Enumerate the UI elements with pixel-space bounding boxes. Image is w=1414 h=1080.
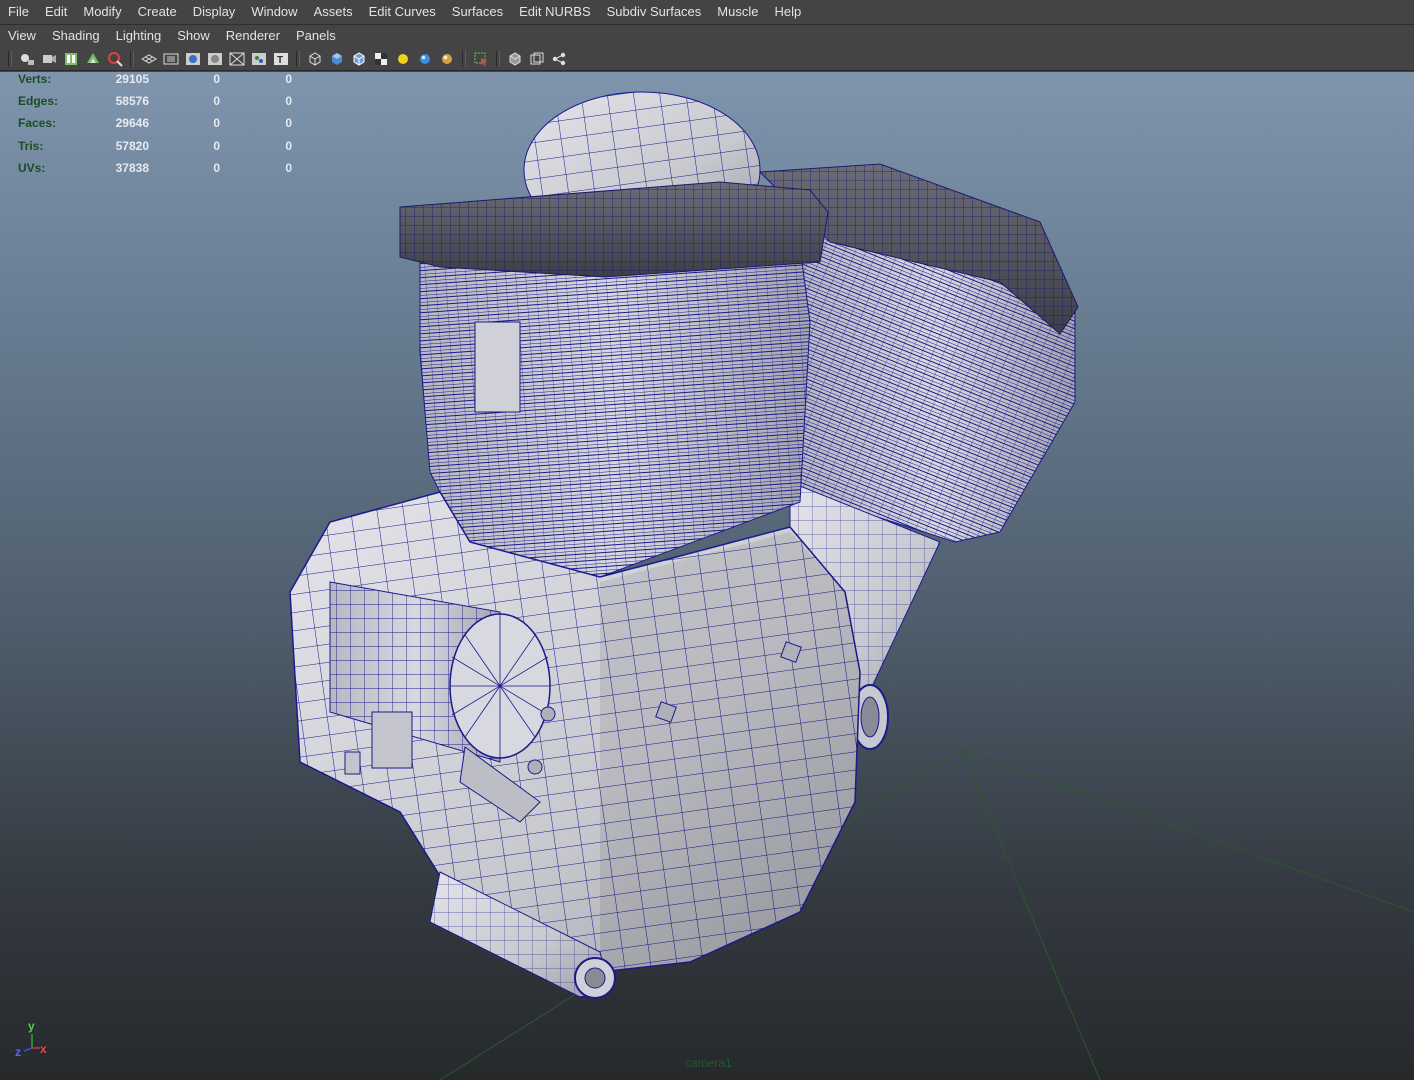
engine-model-render[interactable] [0,72,1414,1080]
hud-value: 0 [213,72,220,86]
wireframe-icon[interactable] [305,49,325,69]
toolbar-separator [496,50,500,67]
hud-label: Edges: [18,94,59,108]
toolbar-separator [130,50,134,67]
view-axis-icon: y x z [15,1019,47,1058]
menu-surfaces[interactable]: Surfaces [444,0,511,24]
menu-display[interactable]: Display [185,0,244,24]
toolbar-separator [8,50,12,67]
hud-value: 0 [213,139,220,153]
gate-mask-icon[interactable] [205,49,225,69]
panel-toolbar: T [0,47,1414,71]
backface-icon[interactable] [549,49,569,69]
menu-create[interactable]: Create [130,0,185,24]
hud-value: 0 [285,94,292,108]
main-menu-bar: File Edit Modify Create Display Window A… [0,0,1414,25]
grease-pencil-icon[interactable] [105,49,125,69]
hud-label: Faces: [18,116,57,130]
panel-menu-shading[interactable]: Shading [44,25,108,47]
front-cylinder [419,246,811,578]
menu-edit[interactable]: Edit [37,0,75,24]
textured-icon[interactable] [371,49,391,69]
cylinder-head [399,181,829,278]
all-lights-icon[interactable] [415,49,435,69]
camera-name-label: camera1 [685,1056,732,1070]
hud-value: 0 [285,161,292,175]
wireframe-on-shaded-icon[interactable] [349,49,369,69]
menu-muscle[interactable]: Muscle [709,0,766,24]
maya-window: File Edit Modify Create Display Window A… [0,0,1414,1080]
xray-icon[interactable] [505,49,525,69]
panel-menu-renderer[interactable]: Renderer [218,25,288,47]
hud-label: Verts: [18,72,52,86]
safe-title-icon[interactable]: T [271,49,291,69]
panel-menu-view[interactable]: View [0,25,44,47]
panel-menu-lighting[interactable]: Lighting [108,25,170,47]
axis-z-label: z [15,1045,21,1058]
hud-value: 0 [285,72,292,86]
film-gate-icon[interactable] [161,49,181,69]
toolbar-separator [296,50,300,67]
menu-modify[interactable]: Modify [75,0,129,24]
camera-attributes-icon[interactable] [39,49,59,69]
axis-x-label: x [40,1042,47,1056]
panel-menu-show[interactable]: Show [169,25,218,47]
shadows-icon[interactable] [437,49,457,69]
hud-value: 29105 [115,72,149,86]
bookmarks-icon[interactable] [61,49,81,69]
hud-value: 37838 [115,161,149,175]
safe-action-icon[interactable] [249,49,269,69]
hud-value: 29646 [115,116,149,130]
default-light-icon[interactable] [393,49,413,69]
image-plane-icon[interactable] [83,49,103,69]
field-chart-icon[interactable] [227,49,247,69]
hud-value: 0 [213,116,220,130]
hud-value: 58576 [115,94,149,108]
grid-icon[interactable] [139,49,159,69]
menu-assets[interactable]: Assets [306,0,361,24]
smooth-shade-icon[interactable] [327,49,347,69]
panel-menu-panels[interactable]: Panels [288,25,344,47]
menu-edit-curves[interactable]: Edit Curves [361,0,444,24]
hud-label: Tris: [18,139,44,153]
isolate-select-icon[interactable] [471,49,491,69]
perspective-viewport[interactable]: Verts: 29105 0 0 Edges: 58576 0 0 Faces:… [0,72,1414,1080]
resolution-gate-icon[interactable] [183,49,203,69]
svg-text:T: T [277,55,283,66]
menu-subdiv-surfaces[interactable]: Subdiv Surfaces [599,0,710,24]
panel-menu-bar: View Shading Lighting Show Renderer Pane… [0,25,1414,47]
toolbar-separator [462,50,466,67]
hud-value: 0 [213,94,220,108]
menu-edit-nurbs[interactable]: Edit NURBS [511,0,599,24]
menu-help[interactable]: Help [766,0,809,24]
hud-value: 57820 [115,139,149,153]
menu-file[interactable]: File [0,0,37,24]
hud-value: 0 [213,161,220,175]
hud-label: UVs: [18,161,46,175]
axis-y-label: y [28,1019,35,1033]
menu-window[interactable]: Window [243,0,305,24]
camera-select-icon[interactable] [17,49,37,69]
xray-joints-icon[interactable] [527,49,547,69]
hud-value: 0 [285,139,292,153]
hud-value: 0 [285,116,292,130]
